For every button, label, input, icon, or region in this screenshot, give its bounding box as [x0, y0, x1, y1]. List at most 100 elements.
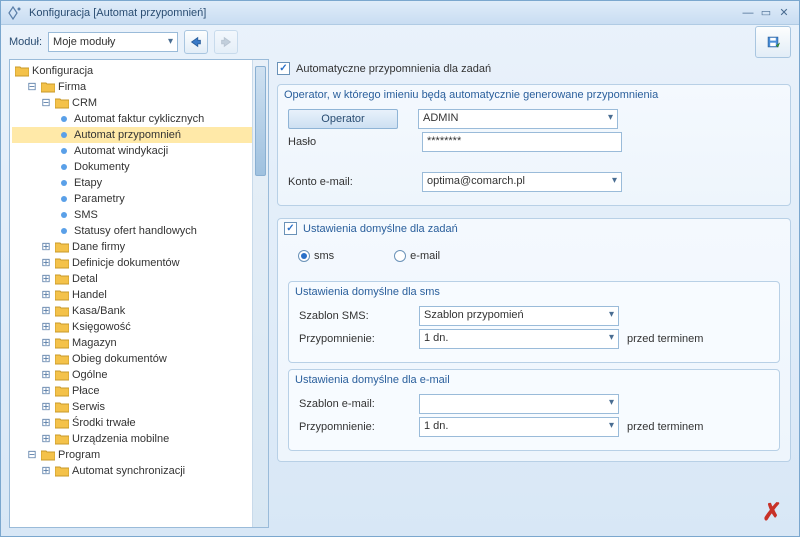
before-term-label: przed terminem [627, 333, 703, 345]
folder-icon [54, 288, 70, 302]
email-reminder-select[interactable]: 1 dn. [419, 417, 619, 437]
expand-icon[interactable] [40, 386, 52, 397]
folder-icon [40, 80, 56, 94]
operator-select[interactable]: ADMIN [418, 109, 618, 129]
tree-item[interactable]: Ogólne [72, 369, 107, 381]
folder-icon [54, 96, 70, 110]
sms-template-label: Szablon SMS: [299, 310, 419, 322]
tree-item[interactable]: Definicje dokumentów [72, 257, 180, 269]
expand-icon[interactable] [40, 434, 52, 445]
tree-item[interactable]: Dane firmy [72, 241, 125, 253]
operator-button[interactable]: Operator [288, 109, 398, 129]
group-header: Ustawienia domyślne dla e-mail [295, 374, 773, 386]
modul-select[interactable]: Moje moduły [48, 32, 178, 52]
tree-program[interactable]: Program [58, 449, 100, 461]
tree-item[interactable]: Handel [72, 289, 107, 301]
expand-icon[interactable] [40, 418, 52, 429]
radio-sms[interactable]: sms [298, 250, 334, 262]
tree-item[interactable]: Magazyn [72, 337, 117, 349]
tree-item[interactable]: Detal [72, 273, 98, 285]
tree-item[interactable]: Środki trwałe [72, 417, 136, 429]
tree-item-selected[interactable]: Automat przypomnień [74, 129, 181, 141]
window-titlebar: Konfiguracja [Automat przypomnień] — ▭ ✕ [1, 1, 799, 25]
expand-icon[interactable] [40, 402, 52, 413]
sms-defaults-group: Ustawienia domyślne dla sms Szablon SMS:… [288, 281, 780, 363]
expand-icon[interactable] [40, 306, 52, 317]
expand-icon[interactable] [40, 354, 52, 365]
forward-button[interactable] [214, 30, 238, 54]
folder-icon [54, 400, 70, 414]
tree-item[interactable]: SMS [74, 209, 98, 221]
expand-icon[interactable] [40, 242, 52, 253]
folder-icon [54, 256, 70, 270]
expand-icon[interactable] [40, 466, 52, 477]
tree-item[interactable]: Etapy [74, 177, 102, 189]
folder-icon [54, 384, 70, 398]
tree-firma[interactable]: Firma [58, 81, 86, 93]
defaults-group: Ustawienia domyślne dla zadań sms e-mail… [277, 218, 791, 462]
minimize-button[interactable]: — [739, 7, 757, 19]
expand-icon[interactable] [40, 370, 52, 381]
toolbar: Moduł: Moje moduły [1, 25, 799, 59]
tree-item[interactable]: Dokumenty [74, 161, 130, 173]
expand-icon[interactable] [26, 82, 38, 93]
folder-icon [54, 304, 70, 318]
sms-template-select[interactable]: Szablon przypomień [419, 306, 619, 326]
cancel-button[interactable]: ✗ [757, 498, 787, 526]
tree-item[interactable]: Statusy ofert handlowych [74, 225, 197, 237]
maximize-button[interactable]: ▭ [757, 6, 775, 19]
email-account-select[interactable]: optima@comarch.pl [422, 172, 622, 192]
tree-scrollbar[interactable] [252, 60, 268, 527]
expand-icon[interactable] [40, 98, 52, 109]
folder-icon [14, 64, 30, 78]
group-header: Ustawienia domyślne dla sms [295, 286, 773, 298]
defaults-checkbox[interactable] [284, 222, 297, 235]
page-icon [56, 192, 72, 206]
tree-item[interactable]: Płace [72, 385, 100, 397]
scroll-thumb[interactable] [255, 66, 266, 176]
folder-icon [54, 464, 70, 478]
folder-icon [54, 352, 70, 366]
email-reminder-label: Przypomnienie: [299, 421, 419, 433]
expand-icon[interactable] [40, 258, 52, 269]
tree-crm[interactable]: CRM [72, 97, 97, 109]
tree-item[interactable]: Automat faktur cyklicznych [74, 113, 204, 125]
page-icon [56, 160, 72, 174]
password-label: Hasło [288, 136, 408, 148]
tree-item[interactable]: Automat synchronizacji [72, 465, 185, 477]
tree-item[interactable]: Obieg dokumentów [72, 353, 167, 365]
tree-item[interactable]: Automat windykacji [74, 145, 168, 157]
page-icon [56, 176, 72, 190]
close-button[interactable]: ✕ [775, 6, 793, 19]
expand-icon[interactable] [40, 274, 52, 285]
content-panel: Automatyczne przypomnienia dla zadań Ope… [277, 59, 791, 528]
group-header: Operator, w którego imieniu będą automat… [284, 89, 784, 101]
password-field[interactable]: ******** [422, 132, 622, 152]
page-icon [56, 128, 72, 142]
tree-item[interactable]: Urządzenia mobilne [72, 433, 169, 445]
email-template-label: Szablon e-mail: [299, 398, 419, 410]
expand-icon[interactable] [26, 450, 38, 461]
expand-icon[interactable] [40, 290, 52, 301]
sms-reminder-label: Przypomnienie: [299, 333, 419, 345]
back-button[interactable] [184, 30, 208, 54]
auto-reminders-checkbox[interactable] [277, 62, 290, 75]
folder-icon [54, 272, 70, 286]
tree-item[interactable]: Księgowość [72, 321, 131, 333]
sms-reminder-select[interactable]: 1 dn. [419, 329, 619, 349]
expand-icon[interactable] [40, 338, 52, 349]
page-icon [56, 112, 72, 126]
radio-email[interactable]: e-mail [394, 250, 440, 262]
tree-item[interactable]: Kasa/Bank [72, 305, 125, 317]
folder-icon [40, 448, 56, 462]
email-template-select[interactable] [419, 394, 619, 414]
folder-icon [54, 432, 70, 446]
tree-item[interactable]: Parametry [74, 193, 125, 205]
tree-item[interactable]: Serwis [72, 401, 105, 413]
email-account-label: Konto e-mail: [288, 176, 408, 188]
expand-icon[interactable] [40, 322, 52, 333]
tree-root[interactable]: Konfiguracja [32, 65, 93, 77]
config-tree[interactable]: Konfiguracja Firma CRM Automat faktur cy… [9, 59, 269, 528]
email-defaults-group: Ustawienia domyślne dla e-mail Szablon e… [288, 369, 780, 451]
save-button[interactable] [755, 26, 791, 58]
